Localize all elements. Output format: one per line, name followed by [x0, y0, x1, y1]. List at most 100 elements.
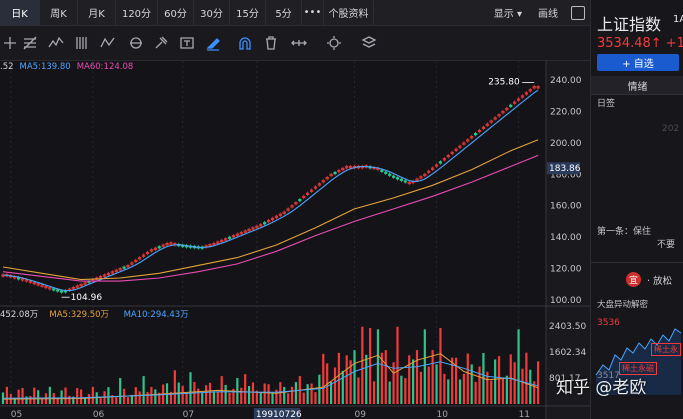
year-label: 202	[662, 124, 680, 134]
candle-body	[227, 236, 232, 239]
current-price-label: 183.86	[549, 164, 581, 174]
price-tick-label: 140.00	[550, 233, 582, 243]
candle-body	[17, 277, 21, 280]
volume-bar	[337, 352, 340, 404]
tab-sentiment[interactable]: 情绪	[591, 76, 683, 94]
volume-bar	[154, 389, 157, 404]
volume-bar	[396, 326, 399, 404]
volume-bar	[431, 350, 434, 404]
volume-bar	[310, 383, 313, 404]
daily-sign-label: 日签	[597, 99, 616, 109]
volume-bar	[423, 329, 426, 404]
volume-bar	[271, 392, 274, 404]
volume-bar	[497, 356, 501, 404]
price-tick-label: 100.00	[550, 296, 582, 306]
high-label: 235.80	[488, 78, 520, 88]
add-watchlist-button[interactable]: + 自选	[597, 54, 679, 71]
candle-body	[391, 175, 396, 178]
volume-bar	[99, 398, 102, 404]
xaxis-label: 05	[11, 410, 22, 419]
candle-body	[384, 171, 388, 174]
mood-label: · 放松	[647, 276, 673, 287]
volume-bar	[64, 387, 67, 404]
ma-legend-item-0: .52	[0, 62, 14, 72]
xaxis-label: 09	[355, 410, 367, 419]
volume-bar	[372, 381, 376, 404]
volume-bar	[189, 372, 192, 404]
volume-bar	[525, 352, 528, 404]
candle-body	[333, 171, 337, 175]
volume-bar	[322, 353, 325, 404]
ma-legend: .52 MA5:139.80 MA60:124.08	[0, 62, 139, 74]
volume-bar	[212, 391, 216, 404]
candle-body	[298, 199, 302, 202]
volume-bar	[443, 373, 446, 404]
volume-bar	[87, 394, 91, 404]
price-tick-label: 200.00	[550, 139, 582, 149]
volume-bar	[505, 375, 508, 404]
price-tick-label: 220.00	[550, 107, 582, 117]
ma-legend-item-2: MA60:124.08	[76, 62, 134, 72]
volume-bar	[244, 374, 247, 404]
volume-bar	[384, 350, 387, 404]
price-tick-label: 160.00	[550, 202, 582, 212]
price-tick-label: 240.00	[550, 76, 582, 86]
volume-bar	[228, 392, 231, 404]
volume-bar	[466, 353, 469, 404]
volume-bar	[33, 387, 36, 404]
volume-bar	[365, 354, 368, 404]
volume-bar	[146, 392, 149, 404]
candle-body	[157, 246, 161, 249]
mini-chart-high: 3536	[597, 318, 620, 328]
volume-bar	[439, 328, 442, 404]
volume-bar	[501, 378, 505, 404]
volume-bar	[197, 388, 200, 404]
candle-body	[59, 290, 64, 293]
volume-bar	[513, 362, 516, 404]
volume-tick-label: 2403.50	[549, 322, 586, 332]
candle-body	[395, 177, 400, 180]
sector-tag[interactable]: 稀土永	[651, 343, 681, 356]
volume-bar	[427, 366, 430, 404]
xaxis-label: 07	[183, 410, 194, 419]
volume-bar	[259, 392, 262, 404]
divider	[591, 94, 683, 95]
volume-bar	[107, 387, 110, 404]
xaxis-label: 06	[93, 410, 105, 419]
volume-bar	[318, 374, 321, 404]
volume-bar	[208, 382, 212, 404]
vol-legend-item: 452.08万	[0, 310, 38, 320]
volume-bar	[185, 393, 188, 404]
watermark: 知乎 @老欧	[556, 378, 647, 398]
volume-bar	[224, 384, 227, 404]
market-abnormal-title[interactable]: 大盘异动解密	[597, 298, 648, 310]
volume-bar	[48, 386, 51, 404]
volume-bar	[205, 385, 208, 404]
volume-bar	[408, 355, 411, 404]
volume-bar	[536, 361, 540, 404]
candle-body	[263, 222, 267, 225]
volume-bar	[91, 386, 94, 404]
volume-bar	[283, 386, 286, 404]
chart-background	[0, 61, 590, 419]
volume-bar	[306, 384, 309, 404]
volume-bar	[404, 378, 407, 404]
volume-bar	[201, 393, 204, 404]
divider	[591, 262, 683, 263]
xaxis-date-label: 19910726	[256, 410, 302, 419]
volume-bar	[521, 368, 524, 404]
volume-bar	[353, 350, 356, 404]
right-info-panel: 上证指数 1A 3534.48↑ +17 + 自选 情绪 日签 202 第一条：…	[590, 0, 683, 419]
volume-bar	[216, 391, 219, 404]
volume-bar	[247, 386, 251, 404]
volume-bar	[341, 370, 344, 404]
candle-body	[380, 169, 384, 172]
volume-bar	[126, 397, 130, 404]
volume-bar	[142, 376, 145, 404]
volume-bar	[115, 397, 118, 404]
candle-body	[52, 288, 56, 291]
volume-bar	[37, 390, 40, 404]
volume-bar	[240, 387, 243, 404]
low-label: 104.96	[71, 293, 103, 303]
volume-bar	[376, 329, 380, 404]
